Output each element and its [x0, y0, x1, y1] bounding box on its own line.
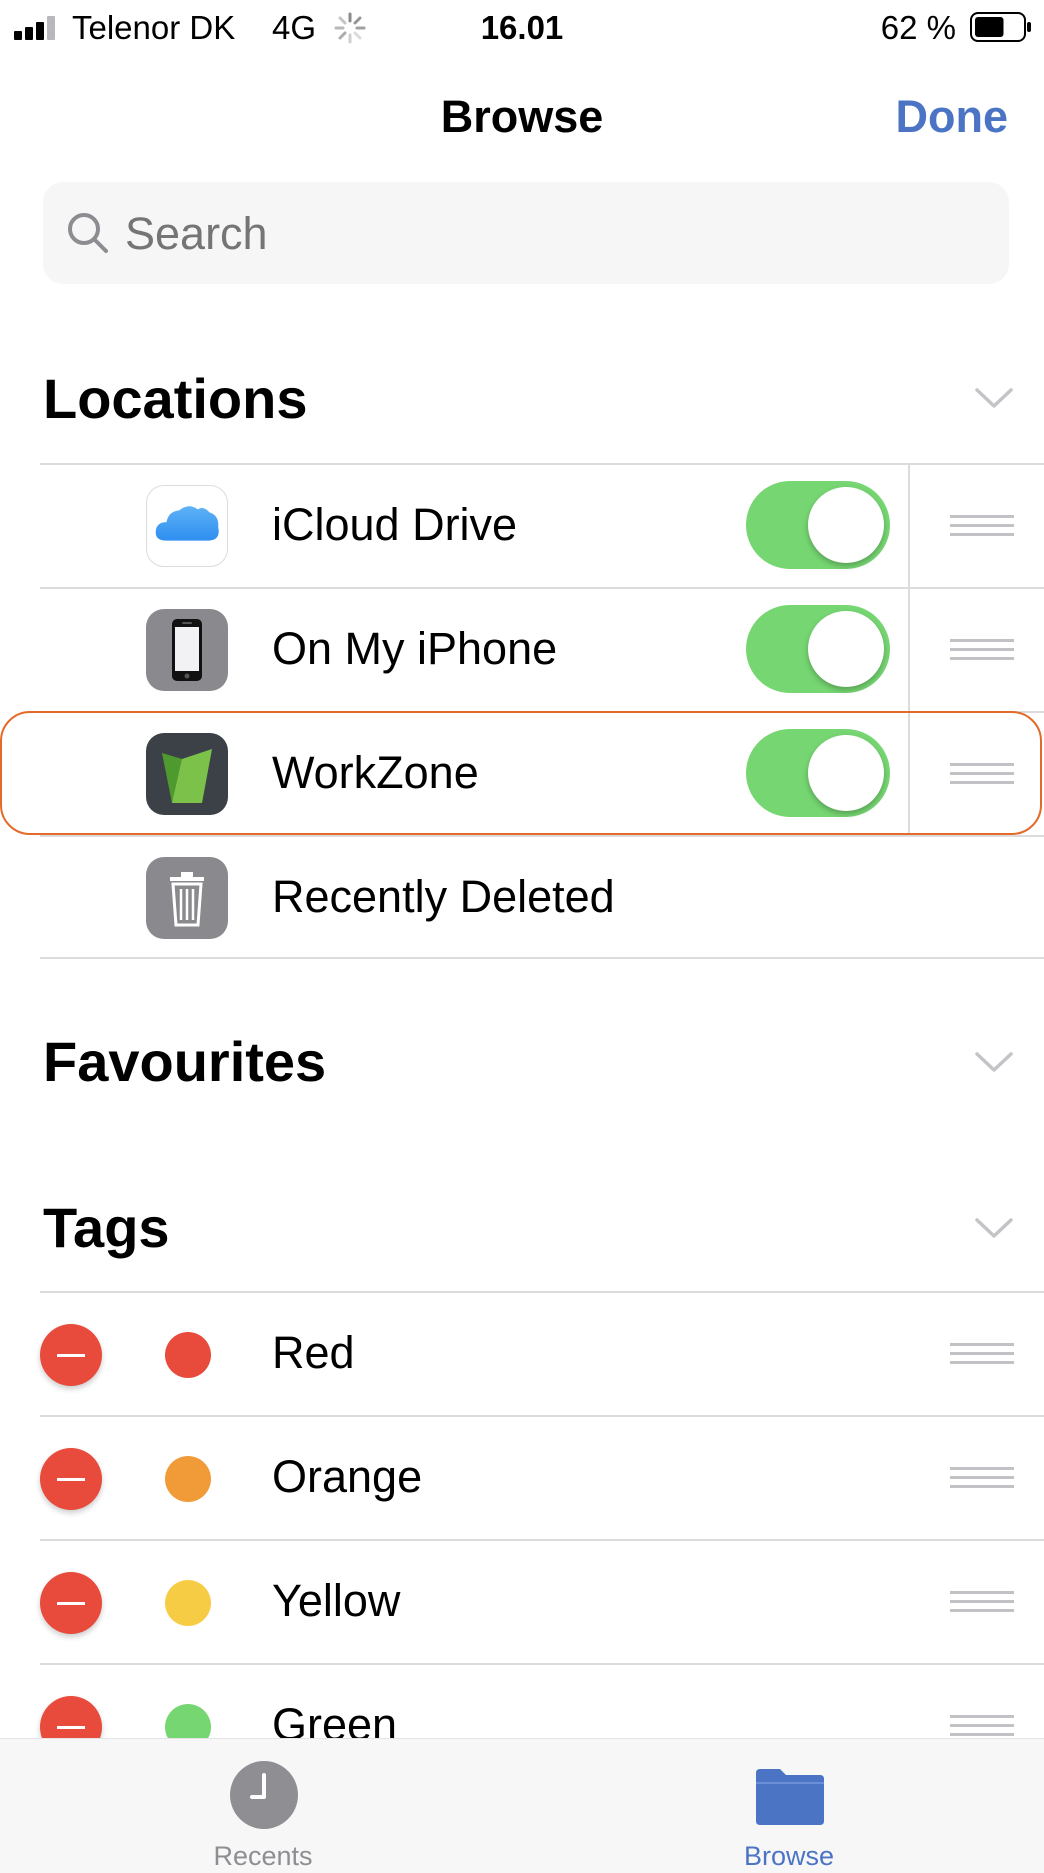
- toggle-knob: [808, 735, 884, 811]
- location-toggle-workzone[interactable]: [746, 729, 890, 817]
- chevron-down-icon[interactable]: [974, 1050, 1014, 1074]
- divider: [908, 465, 910, 589]
- location-label: WorkZone: [272, 747, 479, 798]
- done-button[interactable]: Done: [896, 88, 1009, 146]
- tag-row-yellow[interactable]: Yellow: [40, 1539, 1044, 1663]
- locations-section-title: Locations: [43, 367, 308, 430]
- page-title: Browse: [440, 91, 604, 142]
- tab-label: Recents: [213, 1841, 313, 1871]
- tab-bar: Recents Browse: [0, 1738, 1044, 1873]
- location-row-workzone[interactable]: WorkZone: [40, 711, 1044, 837]
- tag-label: Orange: [272, 1451, 423, 1502]
- icloud-icon: [146, 485, 228, 567]
- toggle-knob: [808, 487, 884, 563]
- tag-color-dot: [165, 1456, 211, 1502]
- battery-icon: [970, 12, 1031, 42]
- location-row-on-my-iphone[interactable]: On My iPhone: [40, 587, 1044, 713]
- reorder-handle-icon[interactable]: [950, 639, 1014, 665]
- location-toggle-on-my-iphone[interactable]: [746, 605, 890, 693]
- reorder-handle-icon[interactable]: [950, 1591, 1014, 1617]
- location-row-icloud-drive[interactable]: iCloud Drive: [40, 463, 1044, 589]
- location-label: On My iPhone: [272, 623, 558, 674]
- tag-row-red[interactable]: Red: [40, 1291, 1044, 1415]
- search-icon: [68, 213, 108, 253]
- folder-icon: [756, 1769, 824, 1825]
- tag-color-dot: [165, 1580, 211, 1626]
- location-toggle-icloud-drive[interactable]: [746, 481, 890, 569]
- chevron-down-icon[interactable]: [974, 1216, 1014, 1240]
- reorder-handle-icon[interactable]: [950, 1467, 1014, 1493]
- favourites-section-title: Favourites: [43, 1030, 327, 1093]
- search-bar[interactable]: [43, 182, 1009, 284]
- reorder-handle-icon[interactable]: [950, 515, 1014, 541]
- tag-label: Yellow: [272, 1575, 401, 1626]
- trash-icon: [146, 857, 228, 939]
- delete-tag-button[interactable]: [40, 1572, 102, 1634]
- chevron-down-icon[interactable]: [974, 386, 1014, 410]
- reorder-handle-icon[interactable]: [950, 763, 1014, 789]
- tag-color-dot: [165, 1332, 211, 1378]
- battery-percent: 62 %: [880, 9, 956, 46]
- search-input[interactable]: [125, 206, 965, 262]
- divider: [908, 713, 910, 837]
- tags-section-title: Tags: [43, 1196, 170, 1259]
- iphone-icon: [146, 609, 228, 691]
- tab-browse[interactable]: Browse: [639, 1739, 939, 1873]
- status-bar: Telenor DK 4G 16.01 62 %: [0, 0, 1044, 56]
- clock-icon: [230, 1761, 298, 1829]
- divider: [908, 589, 910, 713]
- location-row-recently-deleted[interactable]: Recently Deleted: [40, 835, 1044, 959]
- tab-recents[interactable]: Recents: [113, 1739, 413, 1873]
- tag-row-orange[interactable]: Orange: [40, 1415, 1044, 1539]
- workzone-icon: [146, 733, 228, 815]
- delete-tag-button[interactable]: [40, 1448, 102, 1510]
- tab-label: Browse: [743, 1841, 835, 1871]
- toggle-knob: [808, 611, 884, 687]
- location-label: iCloud Drive: [272, 499, 518, 550]
- tag-label: Red: [272, 1327, 355, 1378]
- delete-tag-button[interactable]: [40, 1324, 102, 1386]
- location-label: Recently Deleted: [272, 871, 615, 922]
- reorder-handle-icon[interactable]: [950, 1343, 1014, 1369]
